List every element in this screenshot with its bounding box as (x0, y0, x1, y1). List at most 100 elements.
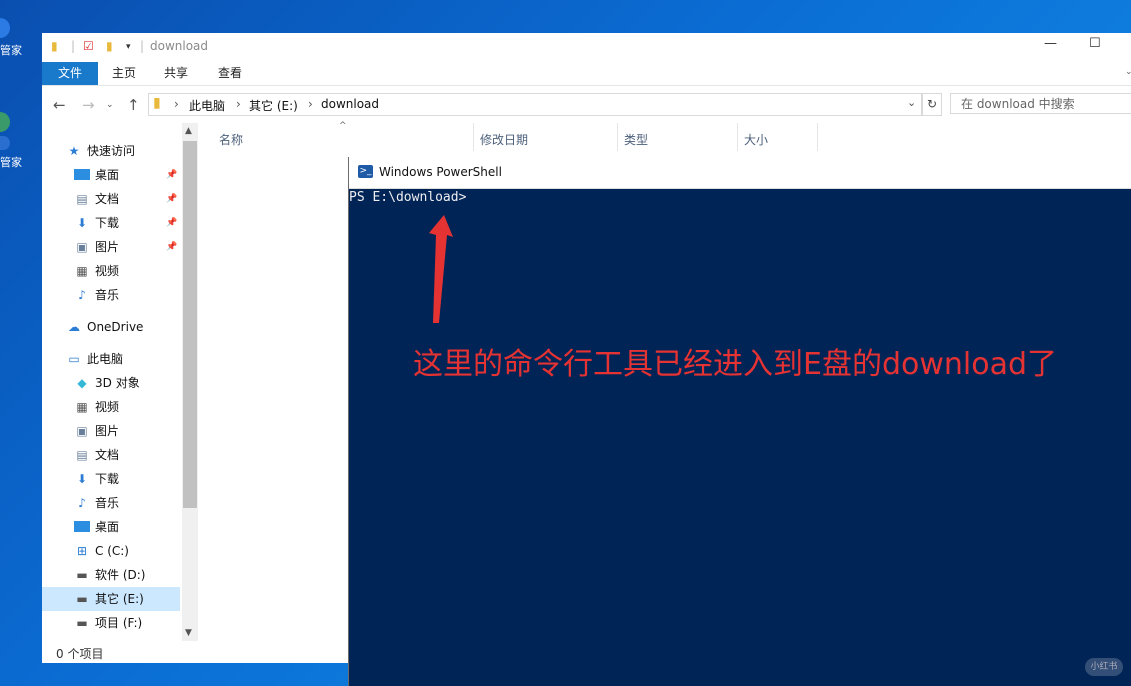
tab-share[interactable]: 共享 (164, 62, 188, 85)
minimize-button[interactable]: — (1044, 36, 1057, 51)
film-icon: ▦ (76, 264, 88, 278)
desktop-icon (74, 169, 90, 180)
nav-label: OneDrive (87, 320, 144, 334)
nav-drive-f[interactable]: ▬ 项目 (F:) (42, 611, 180, 635)
nav-label: 文档 (95, 448, 120, 462)
desktop-icon-2[interactable]: 管家 (0, 112, 22, 170)
properties-icon[interactable]: ☑ (83, 39, 94, 53)
chevron-down-icon[interactable]: ⌄ (907, 96, 916, 109)
nav-pc-documents[interactable]: ▤ 文档 (42, 443, 180, 467)
maximize-button[interactable]: ☐ (1089, 36, 1101, 51)
drive-icon: ▬ (76, 616, 88, 630)
refresh-button[interactable]: ↻ (922, 93, 942, 116)
column-headers: ^ 名称 修改日期 类型 大小 (207, 121, 1131, 151)
nav-pc-videos[interactable]: ▦ 视频 (42, 395, 180, 419)
nav-label: 桌面 (95, 520, 120, 534)
tab-file[interactable]: 文件 (42, 62, 98, 85)
ribbon-tabs: 文件 主页 共享 查看 ⌄ (42, 62, 1131, 86)
document-icon: ▤ (76, 448, 88, 462)
desktop-icon-label: 管家 (0, 44, 22, 57)
nav-this-pc[interactable]: ▭ 此电脑 (42, 347, 180, 371)
nav-pc-pictures[interactable]: ▣ 图片 (42, 419, 180, 443)
search-input[interactable]: 在 download 中搜索 (950, 93, 1131, 114)
nav-desktop[interactable]: 桌面 📌 (42, 163, 180, 187)
annotation-text: 这里的命令行工具已经进入到E盘的download了 (413, 347, 1058, 382)
column-divider[interactable] (737, 123, 738, 151)
app-icon (0, 112, 10, 132)
tab-home[interactable]: 主页 (112, 62, 136, 85)
column-type[interactable]: 类型 (624, 131, 648, 148)
column-divider[interactable] (817, 123, 818, 151)
breadcrumb-separator: › (236, 97, 241, 111)
nav-label: 桌面 (95, 168, 120, 182)
nav-label: C (C:) (95, 544, 129, 558)
nav-label: 图片 (95, 424, 120, 438)
scroll-down-icon[interactable]: ▼ (185, 628, 192, 638)
address-bar[interactable]: ▮ › 此电脑 › 其它 (E:) › download ⌄ (148, 93, 922, 116)
column-size[interactable]: 大小 (744, 131, 768, 148)
nav-label: 音乐 (95, 288, 120, 302)
nav-onedrive[interactable]: ☁ OneDrive (42, 315, 180, 339)
film-icon: ▦ (76, 400, 88, 414)
column-name[interactable]: 名称 (219, 131, 243, 148)
nav-quick-access[interactable]: ★ 快速访问 (42, 139, 180, 163)
nav-label: 3D 对象 (95, 376, 140, 390)
nav-drive-e[interactable]: ▬ 其它 (E:) (42, 587, 180, 611)
powershell-title-bar[interactable]: >_ Windows PowerShell (349, 157, 1131, 189)
nav-drive-d[interactable]: ▬ 软件 (D:) (42, 563, 180, 587)
nav-downloads[interactable]: ⬇ 下载 📌 (42, 211, 180, 235)
status-bar-item-count: 0 个项目 (56, 647, 104, 661)
up-arrow-icon[interactable]: ↑ (127, 96, 140, 114)
desktop-icon-1[interactable]: 管家 (0, 18, 22, 58)
nav-label: 文档 (95, 192, 120, 206)
forward-arrow-icon[interactable]: → (82, 96, 95, 114)
recent-chevron-icon[interactable]: ⌄ (106, 100, 114, 110)
tab-view[interactable]: 查看 (218, 62, 242, 85)
powershell-window[interactable]: >_ Windows PowerShell PS E:\download> 这里… (348, 157, 1131, 686)
nav-label: 此电脑 (87, 352, 124, 366)
breadcrumb-separator: › (308, 97, 313, 111)
nav-3d-objects[interactable]: ◆ 3D 对象 (42, 371, 180, 395)
nav-pc-desktop[interactable]: 桌面 (42, 515, 180, 539)
pin-icon[interactable]: 📌 (166, 235, 177, 259)
nav-label: 下载 (95, 472, 120, 486)
title-bar: ▮ | ☑ ▮ ▾ | download — ☐ (42, 33, 1131, 60)
column-date-modified[interactable]: 修改日期 (480, 131, 528, 148)
back-arrow-icon[interactable]: ← (53, 96, 66, 114)
desktop-icon (74, 521, 90, 532)
breadcrumb-drive-e[interactable]: 其它 (E:) (249, 97, 298, 114)
nav-label: 图片 (95, 240, 120, 254)
pin-icon[interactable]: 📌 (166, 163, 177, 187)
windows-drive-icon: ⊞ (76, 544, 88, 558)
pin-icon[interactable]: 📌 (166, 211, 177, 235)
nav-label: 快速访问 (87, 144, 136, 158)
nav-pc-music[interactable]: ♪ 音乐 (42, 491, 180, 515)
new-folder-icon[interactable]: ▮ (106, 39, 113, 53)
document-icon: ▤ (76, 192, 88, 206)
column-divider[interactable] (617, 123, 618, 151)
nav-pc-downloads[interactable]: ⬇ 下载 (42, 467, 180, 491)
nav-scrollbar[interactable]: ▲ ▼ (182, 123, 198, 641)
chevron-down-icon[interactable]: ⌄ (1125, 67, 1131, 77)
nav-label: 其它 (E:) (95, 592, 144, 606)
nav-drive-c[interactable]: ⊞ C (C:) (42, 539, 180, 563)
nav-label: 视频 (95, 264, 120, 278)
desktop-icon-label: 管家 (0, 156, 22, 169)
scrollbar-thumb[interactable] (183, 141, 197, 508)
breadcrumb-download[interactable]: download (321, 97, 379, 111)
computer-icon: ▭ (68, 352, 80, 366)
download-arrow-icon: ⬇ (76, 472, 88, 486)
nav-label: 音乐 (95, 496, 120, 510)
powershell-title: Windows PowerShell (379, 165, 502, 179)
nav-videos[interactable]: ▦ 视频 (42, 259, 180, 283)
column-divider[interactable] (473, 123, 474, 151)
pin-icon[interactable]: 📌 (166, 187, 177, 211)
powershell-prompt[interactable]: PS E:\download> (349, 190, 466, 205)
customize-toolbar-icon[interactable]: ▾ (126, 42, 131, 52)
nav-music[interactable]: ♪ 音乐 (42, 283, 180, 307)
breadcrumb-this-pc[interactable]: 此电脑 (189, 97, 225, 114)
nav-pictures[interactable]: ▣ 图片 📌 (42, 235, 180, 259)
scroll-up-icon[interactable]: ▲ (185, 126, 192, 136)
nav-documents[interactable]: ▤ 文档 📌 (42, 187, 180, 211)
navigation-pane: ★ 快速访问 桌面 📌 ▤ 文档 📌 ⬇ 下载 📌 ▣ 图片 📌 ▦ 视频 ♪ (42, 123, 198, 643)
